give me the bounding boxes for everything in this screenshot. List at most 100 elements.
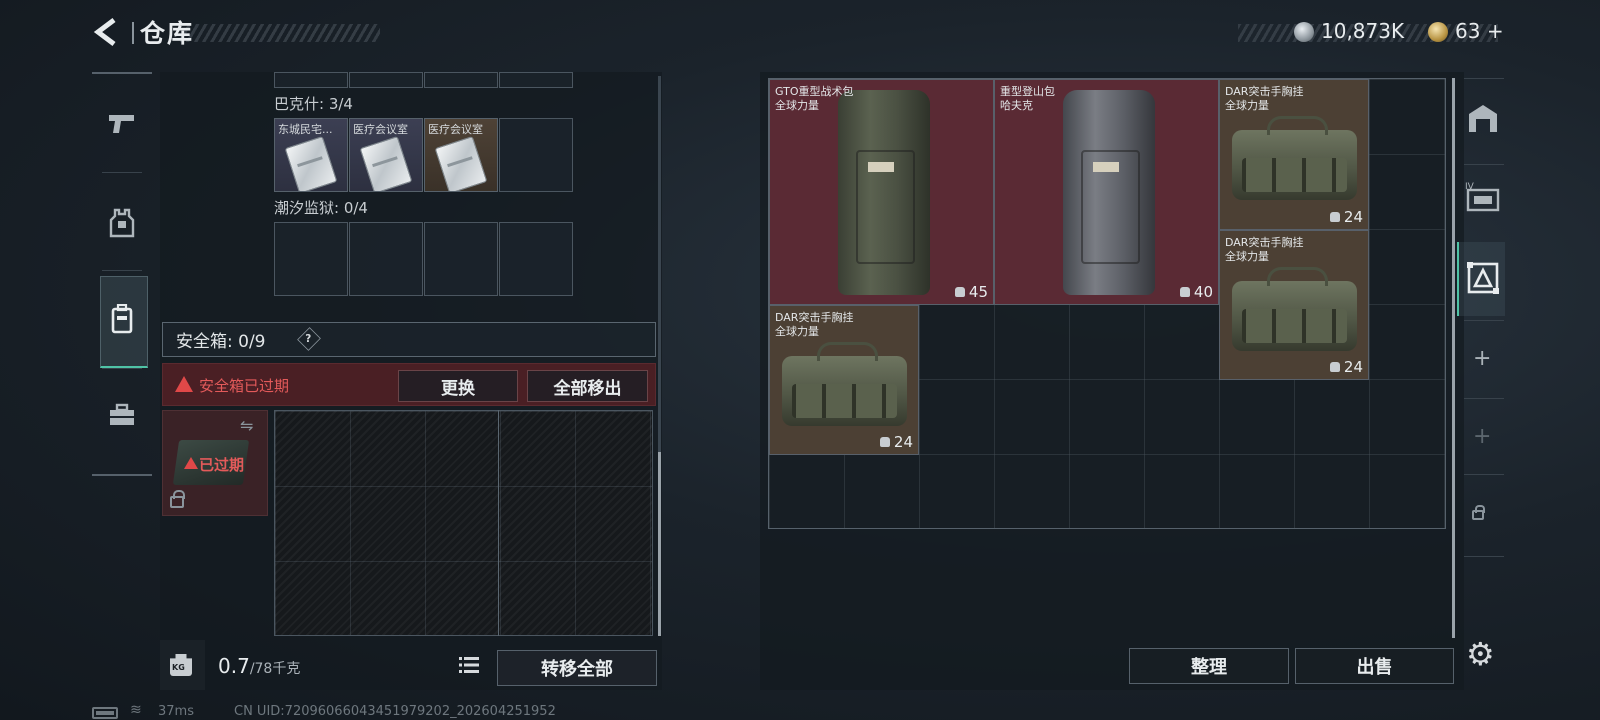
item-brand: 全球力量 (775, 99, 819, 112)
key-slot[interactable] (349, 72, 423, 88)
key-slot-empty[interactable] (499, 118, 573, 192)
item-capacity: 24 (879, 433, 913, 451)
capacity-icon (1329, 362, 1340, 372)
capacity-icon (1179, 287, 1190, 297)
currency-gold-value[interactable]: 63 + (1455, 19, 1504, 43)
page-title: 仓库 (140, 19, 195, 48)
chest-rig-icon (1232, 267, 1357, 351)
item-tag-icon[interactable]: IV (1464, 180, 1502, 214)
key-slot-empty[interactable] (349, 222, 423, 296)
keycard-name: 东城民宅... (278, 123, 333, 136)
key-slot[interactable] (424, 72, 498, 88)
chest-rig-icon (1232, 116, 1357, 200)
keycard-icon (434, 135, 488, 191)
capacity-icon (1329, 212, 1340, 222)
warning-icon (184, 457, 198, 469)
backpack-icon (838, 90, 930, 295)
item-capacity: 40 (1179, 283, 1213, 301)
item-brand: 全球力量 (1225, 99, 1269, 112)
currency-gold-amount: 63 (1455, 19, 1481, 43)
storage-arch-icon[interactable] (1466, 102, 1500, 134)
tab-separator (1464, 556, 1504, 557)
toolbox-icon (110, 403, 134, 425)
add-icon[interactable]: + (1473, 346, 1491, 371)
replace-button[interactable]: 更换 (398, 370, 518, 402)
item-capacity: 24 (1329, 358, 1363, 376)
tab-weapons[interactable] (92, 79, 152, 169)
equipment-frame-icon[interactable] (1465, 260, 1501, 296)
keycard-slot[interactable]: 医疗会议室 (424, 118, 498, 192)
sort-button[interactable]: 整理 (1129, 648, 1289, 684)
key-slot[interactable] (274, 72, 348, 88)
chest-rig-icon (782, 342, 907, 426)
key-group-label-chaoxi: 潮汐监狱: 0/4 (274, 199, 368, 217)
gold-coin-icon (1428, 22, 1448, 42)
tab-separator (102, 368, 142, 369)
keycard-icon (359, 135, 413, 191)
list-view-icon[interactable] (456, 652, 482, 678)
remove-all-button[interactable]: 全部移出 (527, 370, 648, 402)
item-capacity: 24 (1329, 208, 1363, 226)
add-currency-icon[interactable]: + (1487, 19, 1504, 43)
weight-icon-unit: KG (172, 663, 185, 672)
safe-box-title: 安全箱: (176, 332, 233, 352)
title-stripe-decoration (180, 24, 380, 42)
sell-button[interactable]: 出售 (1295, 648, 1454, 684)
transfer-all-button[interactable]: 转移全部 (497, 650, 657, 686)
item-brand: 哈夫克 (1000, 99, 1033, 112)
tab-separator (1464, 398, 1504, 399)
backpack-icon (111, 304, 133, 334)
tab-armor[interactable] (92, 178, 152, 268)
stash-item-chest-rig[interactable]: DAR突击手胸挂 全球力量 24 (1219, 230, 1369, 380)
tab-backpack[interactable] (92, 274, 152, 364)
tab-separator (102, 172, 142, 173)
stash-item-gto-backpack[interactable]: GTO重型战术包 全球力量 45 (769, 79, 994, 305)
stash-scrollbar[interactable] (1452, 78, 1455, 638)
user-uid: CN UID:72096066043451979202_202604251952 (234, 704, 556, 719)
item-brand: 全球力量 (1225, 250, 1269, 263)
safe-box-grid-divider (498, 410, 499, 636)
tab-separator (1464, 320, 1504, 321)
item-brand: 全球力量 (775, 325, 819, 338)
key-group-label-bakeshi: 巴克什: 3/4 (274, 95, 353, 113)
carry-weight-max: /78千克 (249, 661, 301, 677)
key-slot[interactable] (499, 72, 573, 88)
armor-vest-icon (109, 208, 135, 238)
loadout-scrollbar-thumb[interactable] (658, 452, 661, 636)
lock-icon (1472, 505, 1485, 520)
swap-icon[interactable]: ⇋ (240, 416, 253, 435)
add-disabled-icon: + (1473, 424, 1492, 449)
silver-coin-icon (1294, 22, 1314, 42)
battery-icon (92, 707, 118, 719)
stash-item-chest-rig[interactable]: DAR突击手胸挂 全球力量 24 (769, 305, 919, 455)
carry-weight: 0.7/78千克 (218, 654, 300, 678)
currency-silver-value: 10,873K (1321, 19, 1405, 43)
backpack-icon (1063, 90, 1155, 295)
safe-box-count: 0/9 (238, 332, 266, 352)
capacity-icon (879, 437, 890, 447)
tab-toolbox[interactable] (92, 370, 152, 460)
key-slot-empty[interactable] (424, 222, 498, 296)
safe-box-label: 安全箱: 0/9 (176, 327, 266, 352)
back-arrow-icon[interactable] (92, 16, 122, 48)
stash-item-chest-rig[interactable]: DAR突击手胸挂 全球力量 24 (1219, 79, 1369, 230)
item-capacity: 45 (954, 283, 988, 301)
keycard-icon (284, 135, 338, 191)
carry-weight-current: 0.7 (218, 654, 250, 678)
tab-separator (1464, 474, 1504, 475)
keycard-slot[interactable]: 医疗会议室 (349, 118, 423, 192)
keycard-slot[interactable]: 东城民宅... (274, 118, 348, 192)
safe-case-expired-label: 已过期 (199, 456, 245, 474)
svg-text:IV: IV (1465, 182, 1475, 192)
header-divider (132, 22, 134, 44)
ping-value: 37ms (158, 704, 194, 719)
tab-separator (102, 270, 142, 271)
key-slot-empty[interactable] (274, 222, 348, 296)
key-slot-empty[interactable] (499, 222, 573, 296)
keycard-name: 医疗会议室 (428, 123, 483, 136)
capacity-icon (954, 287, 965, 297)
stash-item-mountain-backpack[interactable]: 重型登山包 哈夫克 40 (994, 79, 1219, 305)
warning-icon (175, 376, 193, 392)
gear-icon[interactable]: ⚙ (1466, 635, 1495, 673)
left-tab-bar (92, 72, 152, 476)
